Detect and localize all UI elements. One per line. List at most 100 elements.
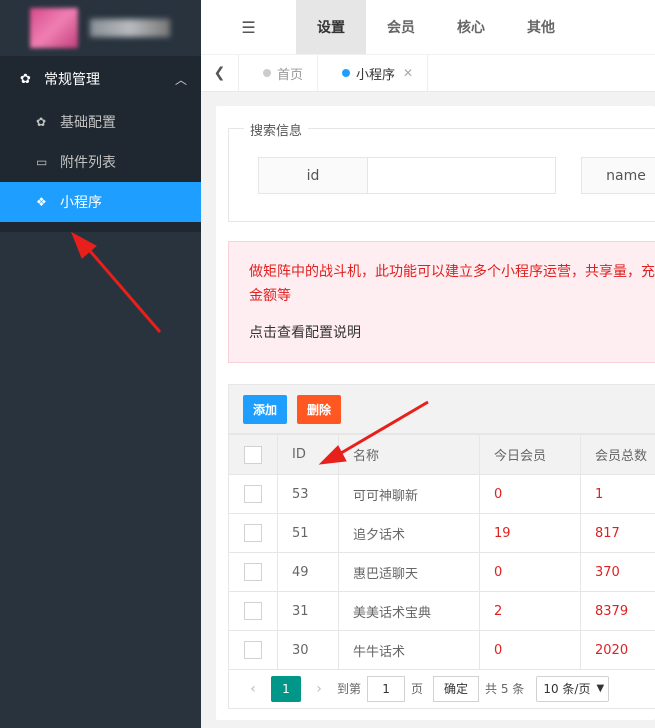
sidebar-item-basic-config[interactable]: ✿ 基础配置 bbox=[0, 102, 201, 142]
folder-icon: ▭ bbox=[36, 155, 48, 169]
total-count: 共 5 条 bbox=[485, 682, 525, 696]
info-alert: 做矩阵中的战斗机，此功能可以建立多个小程序运营，共享量，充值金额等 点击查看配置… bbox=[228, 241, 655, 363]
alert-text: 做矩阵中的战斗机，此功能可以建立多个小程序运营，共享量，充值金额等 bbox=[249, 264, 655, 304]
tab-core[interactable]: 核心 bbox=[436, 0, 506, 54]
search-legend: 搜索信息 bbox=[244, 120, 309, 139]
chevron-left-icon[interactable]: ❮ bbox=[201, 55, 239, 91]
cell-name: 美美话术宝典 bbox=[338, 591, 480, 631]
cube-icon: ❖ bbox=[36, 195, 47, 209]
menu-group-general[interactable]: ✿ 常规管理 ︿ bbox=[0, 56, 201, 102]
cell-id: 53 bbox=[277, 474, 339, 514]
add-button[interactable]: 添加 bbox=[243, 395, 288, 424]
row-checkbox[interactable] bbox=[244, 602, 262, 620]
page-tabbar: ❮ 首页 小程序 ✕ bbox=[201, 54, 655, 92]
row-checkbox[interactable] bbox=[244, 485, 262, 503]
logo[interactable] bbox=[0, 0, 201, 56]
cell-total: 8379 bbox=[580, 591, 655, 631]
page-tab-home[interactable]: 首页 bbox=[239, 55, 319, 91]
sidebar-item-label: 附件列表 bbox=[60, 155, 116, 171]
tab-dot-icon bbox=[263, 69, 271, 77]
name-field-label: name bbox=[581, 157, 655, 194]
row-check-cell bbox=[228, 513, 278, 553]
cell-total: 370 bbox=[580, 552, 655, 592]
row-check-cell bbox=[228, 474, 278, 514]
select-all-cell bbox=[228, 434, 278, 475]
cell-today: 0 bbox=[479, 552, 581, 592]
column-header-name[interactable]: 名称 bbox=[338, 434, 480, 475]
content-card: 搜索信息 id name 做矩阵中的战斗机，此功能可以建立多个小程序运营，共享量… bbox=[216, 106, 655, 720]
page-size-value: 10 条/页 bbox=[543, 682, 591, 696]
cell-name: 牛牛话术 bbox=[338, 630, 480, 670]
next-page-icon[interactable]: › bbox=[307, 681, 331, 697]
tab-dot-icon bbox=[342, 69, 351, 77]
cell-total: 2020 bbox=[580, 630, 655, 670]
row-check-cell bbox=[228, 630, 278, 670]
table-row[interactable]: 49 惠巴适聊天 0 370 bbox=[228, 552, 655, 592]
menu-group-label: 常规管理 bbox=[44, 72, 100, 88]
cell-name: 可可神聊新 bbox=[338, 474, 480, 514]
miniprogram-table: ID 名称 今日会员 会员总数 53 可可神聊新 0 1 51 追夕话术 19 … bbox=[228, 434, 655, 670]
column-header-id[interactable]: ID bbox=[277, 434, 339, 475]
row-check-cell bbox=[228, 552, 278, 592]
sidebar-item-label: 小程序 bbox=[60, 195, 102, 211]
tab-members[interactable]: 会员 bbox=[366, 0, 436, 54]
menu-toggle-icon[interactable]: ☰ bbox=[201, 0, 296, 54]
page-size-select[interactable]: 10 条/页 ▼ bbox=[536, 675, 610, 702]
chevron-up-icon: ︿ bbox=[174, 72, 187, 87]
cell-id: 31 bbox=[277, 591, 339, 631]
current-page[interactable]: 1 bbox=[271, 675, 301, 702]
row-checkbox[interactable] bbox=[244, 641, 262, 659]
gear-icon: ✿ bbox=[36, 115, 47, 129]
pagination: ‹ 1 › 到第 1 页 确定 共 5 条 10 条/页 ▼ bbox=[228, 669, 655, 709]
logo-image bbox=[30, 8, 78, 48]
table-row[interactable]: 30 牛牛话术 0 2020 bbox=[228, 630, 655, 670]
cell-id: 51 bbox=[277, 513, 339, 553]
cell-id: 49 bbox=[277, 552, 339, 592]
table-row[interactable]: 31 美美话术宝典 2 8379 bbox=[228, 591, 655, 631]
chevron-down-icon: ▼ bbox=[596, 683, 605, 694]
id-input[interactable] bbox=[367, 157, 556, 194]
cell-name: 惠巴适聊天 bbox=[338, 552, 480, 592]
page-unit-label: 页 bbox=[411, 682, 424, 696]
goto-page-input[interactable]: 1 bbox=[367, 675, 406, 702]
table-row[interactable]: 53 可可神聊新 0 1 bbox=[228, 474, 655, 514]
cell-today: 0 bbox=[479, 630, 581, 670]
cell-total: 817 bbox=[580, 513, 655, 553]
sidebar-item-attachments[interactable]: ▭ 附件列表 bbox=[0, 142, 201, 182]
goto-label: 到第 bbox=[337, 682, 362, 696]
tab-other[interactable]: 其他 bbox=[506, 0, 576, 54]
config-help-link[interactable]: 点击查看配置说明 bbox=[249, 322, 647, 342]
table-header-row: ID 名称 今日会员 会员总数 bbox=[228, 434, 655, 475]
submenu: ✿ 基础配置 ▭ 附件列表 ❖ 小程序 bbox=[0, 102, 201, 226]
sidebar: ✿ 常规管理 ︿ ✿ 基础配置 ▭ 附件列表 ❖ 小程序 bbox=[0, 0, 201, 728]
select-all-checkbox[interactable] bbox=[244, 445, 262, 464]
tab-settings[interactable]: 设置 bbox=[296, 0, 366, 54]
gear-icon: ✿ bbox=[20, 71, 31, 87]
page-tab-label: 首页 bbox=[277, 67, 304, 83]
sidebar-divider bbox=[0, 226, 201, 232]
cell-today: 0 bbox=[479, 474, 581, 514]
goto-confirm-button[interactable]: 确定 bbox=[433, 675, 480, 702]
sidebar-item-label: 基础配置 bbox=[60, 115, 116, 131]
row-checkbox[interactable] bbox=[244, 563, 262, 581]
cell-total: 1 bbox=[580, 474, 655, 514]
delete-button[interactable]: 删除 bbox=[297, 395, 342, 424]
prev-page-icon[interactable]: ‹ bbox=[241, 681, 265, 697]
top-header: ☰ 设置 会员 核心 其他 bbox=[201, 0, 655, 54]
cell-today: 19 bbox=[479, 513, 581, 553]
column-header-total[interactable]: 会员总数 bbox=[580, 434, 655, 475]
cell-today: 2 bbox=[479, 591, 581, 631]
row-checkbox[interactable] bbox=[244, 524, 262, 542]
row-check-cell bbox=[228, 591, 278, 631]
column-header-today[interactable]: 今日会员 bbox=[479, 434, 581, 475]
cell-id: 30 bbox=[277, 630, 339, 670]
sidebar-item-miniprogram[interactable]: ❖ 小程序 bbox=[0, 182, 201, 222]
page-tab-miniprogram[interactable]: 小程序 ✕ bbox=[318, 55, 429, 91]
logo-text bbox=[90, 19, 170, 37]
table-row[interactable]: 51 追夕话术 19 817 bbox=[228, 513, 655, 553]
cell-name: 追夕话术 bbox=[338, 513, 480, 553]
table-toolbar: 添加 删除 bbox=[228, 384, 655, 434]
close-icon[interactable]: ✕ bbox=[403, 66, 413, 80]
id-field-label: id bbox=[258, 157, 368, 194]
page-tab-label: 小程序 bbox=[356, 67, 396, 83]
